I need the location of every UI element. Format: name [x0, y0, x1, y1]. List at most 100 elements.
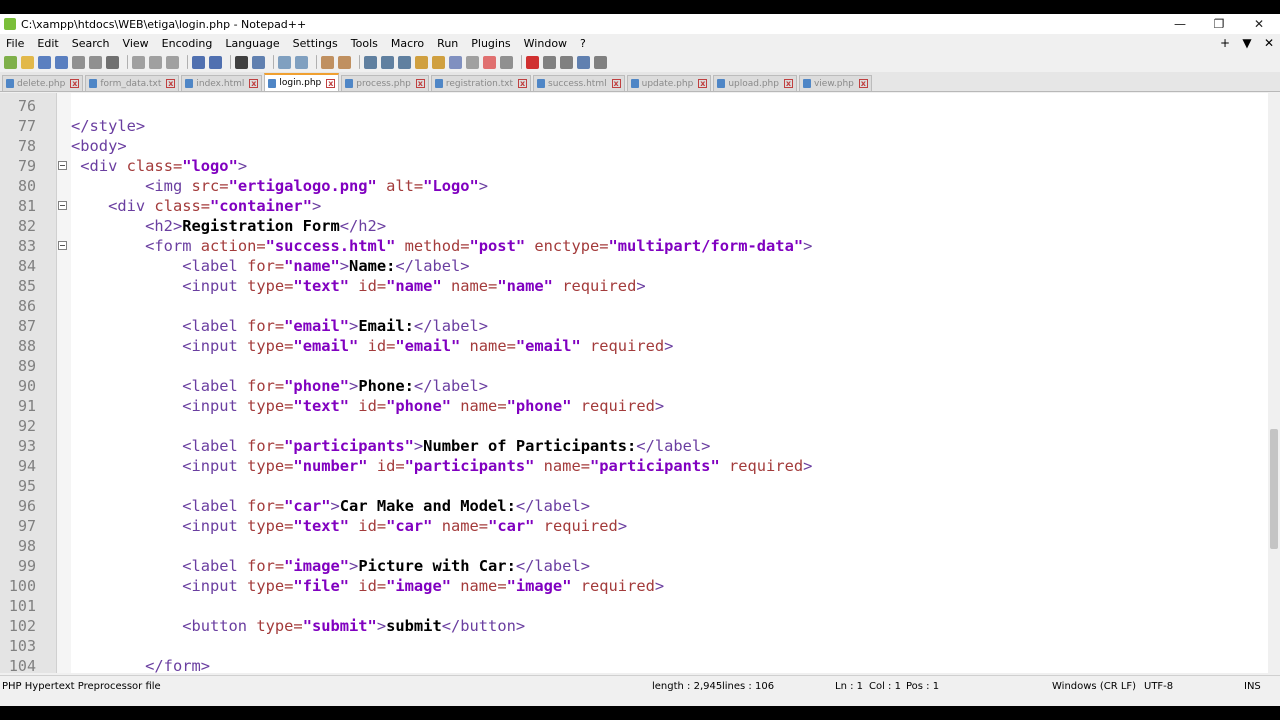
new-file-icon[interactable]: [4, 55, 17, 69]
tab-registration-txt[interactable]: registration.txt x: [430, 75, 532, 91]
code-line[interactable]: 89: [0, 356, 1268, 376]
close-button[interactable]: ✕: [1239, 14, 1279, 34]
sync-horizontal-scroll-icon[interactable]: [338, 55, 351, 69]
code-line[interactable]: 101: [0, 596, 1268, 616]
menu-file[interactable]: File: [0, 37, 31, 50]
tab-close-icon[interactable]: x: [698, 79, 708, 88]
maximize-button[interactable]: ❐: [1199, 14, 1239, 34]
code-line[interactable]: 87 <label for="email">Email:</label>: [0, 316, 1268, 336]
scrollbar-thumb[interactable]: [1270, 429, 1278, 549]
new-tab-plus-icon[interactable]: +: [1214, 36, 1236, 50]
tab-close-icon[interactable]: x: [70, 79, 80, 88]
tab-close-icon[interactable]: x: [858, 79, 868, 88]
menu-edit[interactable]: Edit: [31, 37, 65, 50]
zoom-out-icon[interactable]: [295, 55, 308, 69]
fold-toggle-icon[interactable]: [58, 201, 67, 210]
tab-success-html[interactable]: success.html x: [533, 75, 625, 91]
code-line[interactable]: 93 <label for="participants">Number of P…: [0, 436, 1268, 456]
menu-help[interactable]: ?: [574, 37, 593, 50]
stop-macro-icon[interactable]: [543, 55, 556, 69]
code-line[interactable]: 90 <label for="phone">Phone:</label>: [0, 376, 1268, 396]
code-line[interactable]: 98: [0, 536, 1268, 556]
save-all-icon[interactable]: [55, 55, 68, 69]
menu-run[interactable]: Run: [431, 37, 465, 50]
code-line[interactable]: 83 <form action="success.html" method="p…: [0, 236, 1268, 256]
copy-icon[interactable]: [149, 55, 162, 69]
find-icon[interactable]: [235, 55, 248, 69]
monitoring-icon[interactable]: [483, 55, 496, 69]
status-insert-mode[interactable]: INS: [1244, 681, 1261, 692]
show-all-characters-icon[interactable]: [381, 55, 394, 69]
code-line[interactable]: 103: [0, 636, 1268, 656]
code-editor[interactable]: 76 77 </style> 78 <body> 79 <div class="logo"…: [0, 93, 1268, 673]
code-line[interactable]: 104 </form>: [0, 656, 1268, 673]
menu-plugins[interactable]: Plugins: [465, 37, 517, 50]
paste-icon[interactable]: [166, 55, 179, 69]
language-icon[interactable]: [415, 55, 428, 69]
menu-encoding[interactable]: Encoding: [156, 37, 220, 50]
tab-close-icon[interactable]: x: [518, 79, 528, 88]
tab-index-html[interactable]: index.html x: [181, 75, 263, 91]
code-line[interactable]: 97 <input type="text" id="car" name="car…: [0, 516, 1268, 536]
tab-process-php[interactable]: process.php x: [341, 75, 429, 91]
tab-close-icon[interactable]: x: [326, 78, 336, 88]
code-line[interactable]: 78 <body>: [0, 136, 1268, 156]
tab-form-data-txt[interactable]: form_data.txt x: [85, 75, 180, 91]
vertical-scrollbar[interactable]: [1268, 93, 1280, 673]
close-document-icon[interactable]: ✕: [1258, 36, 1280, 50]
function-list-icon[interactable]: [449, 55, 462, 69]
tab-close-icon[interactable]: x: [611, 79, 621, 88]
redo-icon[interactable]: [209, 55, 222, 69]
record-macro-icon[interactable]: [526, 55, 539, 69]
open-file-icon[interactable]: [21, 55, 34, 69]
run-macro-multiple-icon[interactable]: [577, 55, 590, 69]
code-line[interactable]: 82 <h2>Registration Form</h2>: [0, 216, 1268, 236]
code-line[interactable]: 92: [0, 416, 1268, 436]
code-line[interactable]: 79 <div class="logo">: [0, 156, 1268, 176]
tab-delete-php[interactable]: delete.php x: [2, 75, 84, 91]
code-line[interactable]: 94 <input type="number" id="participants…: [0, 456, 1268, 476]
fold-toggle-icon[interactable]: [58, 241, 67, 250]
code-line[interactable]: 96 <label for="car">Car Make and Model:<…: [0, 496, 1268, 516]
tab-close-icon[interactable]: x: [415, 79, 425, 88]
code-line[interactable]: 80 <img src="ertigalogo.png" alt="Logo">: [0, 176, 1268, 196]
sync-vertical-scroll-icon[interactable]: [321, 55, 334, 69]
code-line[interactable]: 99 <label for="image">Picture with Car:<…: [0, 556, 1268, 576]
code-line[interactable]: 86: [0, 296, 1268, 316]
indent-guide-icon[interactable]: [398, 55, 411, 69]
code-line[interactable]: 81 <div class="container">: [0, 196, 1268, 216]
undo-icon[interactable]: [192, 55, 205, 69]
folder-as-workspace-icon[interactable]: [466, 55, 479, 69]
menu-tools[interactable]: Tools: [345, 37, 385, 50]
cut-icon[interactable]: [132, 55, 145, 69]
menu-view[interactable]: View: [117, 37, 156, 50]
menu-window[interactable]: Window: [518, 37, 574, 50]
menu-search[interactable]: Search: [66, 37, 117, 50]
code-line[interactable]: 95: [0, 476, 1268, 496]
tab-update-php[interactable]: update.php x: [626, 75, 712, 91]
code-line[interactable]: 88 <input type="email" id="email" name="…: [0, 336, 1268, 356]
tab-close-icon[interactable]: x: [783, 79, 793, 88]
eye-icon[interactable]: [500, 55, 513, 69]
save-macro-icon[interactable]: [594, 55, 607, 69]
print-icon[interactable]: [106, 55, 119, 69]
code-line[interactable]: 85 <input type="text" id="name" name="na…: [0, 276, 1268, 296]
status-encoding[interactable]: UTF-8: [1144, 681, 1173, 692]
code-line[interactable]: 76: [0, 96, 1268, 116]
close-file-icon[interactable]: [72, 55, 85, 69]
word-wrap-icon[interactable]: [364, 55, 377, 69]
menu-language[interactable]: Language: [219, 37, 286, 50]
tab-upload-php[interactable]: upload.php x: [713, 75, 797, 91]
replace-icon[interactable]: [252, 55, 265, 69]
menu-settings[interactable]: Settings: [287, 37, 345, 50]
tab-close-icon[interactable]: x: [166, 79, 176, 88]
fold-toggle-icon[interactable]: [58, 161, 67, 170]
tab-close-icon[interactable]: x: [249, 79, 259, 88]
tab-login-php[interactable]: login.php x: [264, 73, 340, 91]
code-line[interactable]: 102 <button type="submit">submit</button…: [0, 616, 1268, 636]
play-macro-icon[interactable]: [560, 55, 573, 69]
document-map-icon[interactable]: [432, 55, 445, 69]
code-line[interactable]: 100 <input type="file" id="image" name="…: [0, 576, 1268, 596]
code-line[interactable]: 84 <label for="name">Name:</label>: [0, 256, 1268, 276]
save-icon[interactable]: [38, 55, 51, 69]
